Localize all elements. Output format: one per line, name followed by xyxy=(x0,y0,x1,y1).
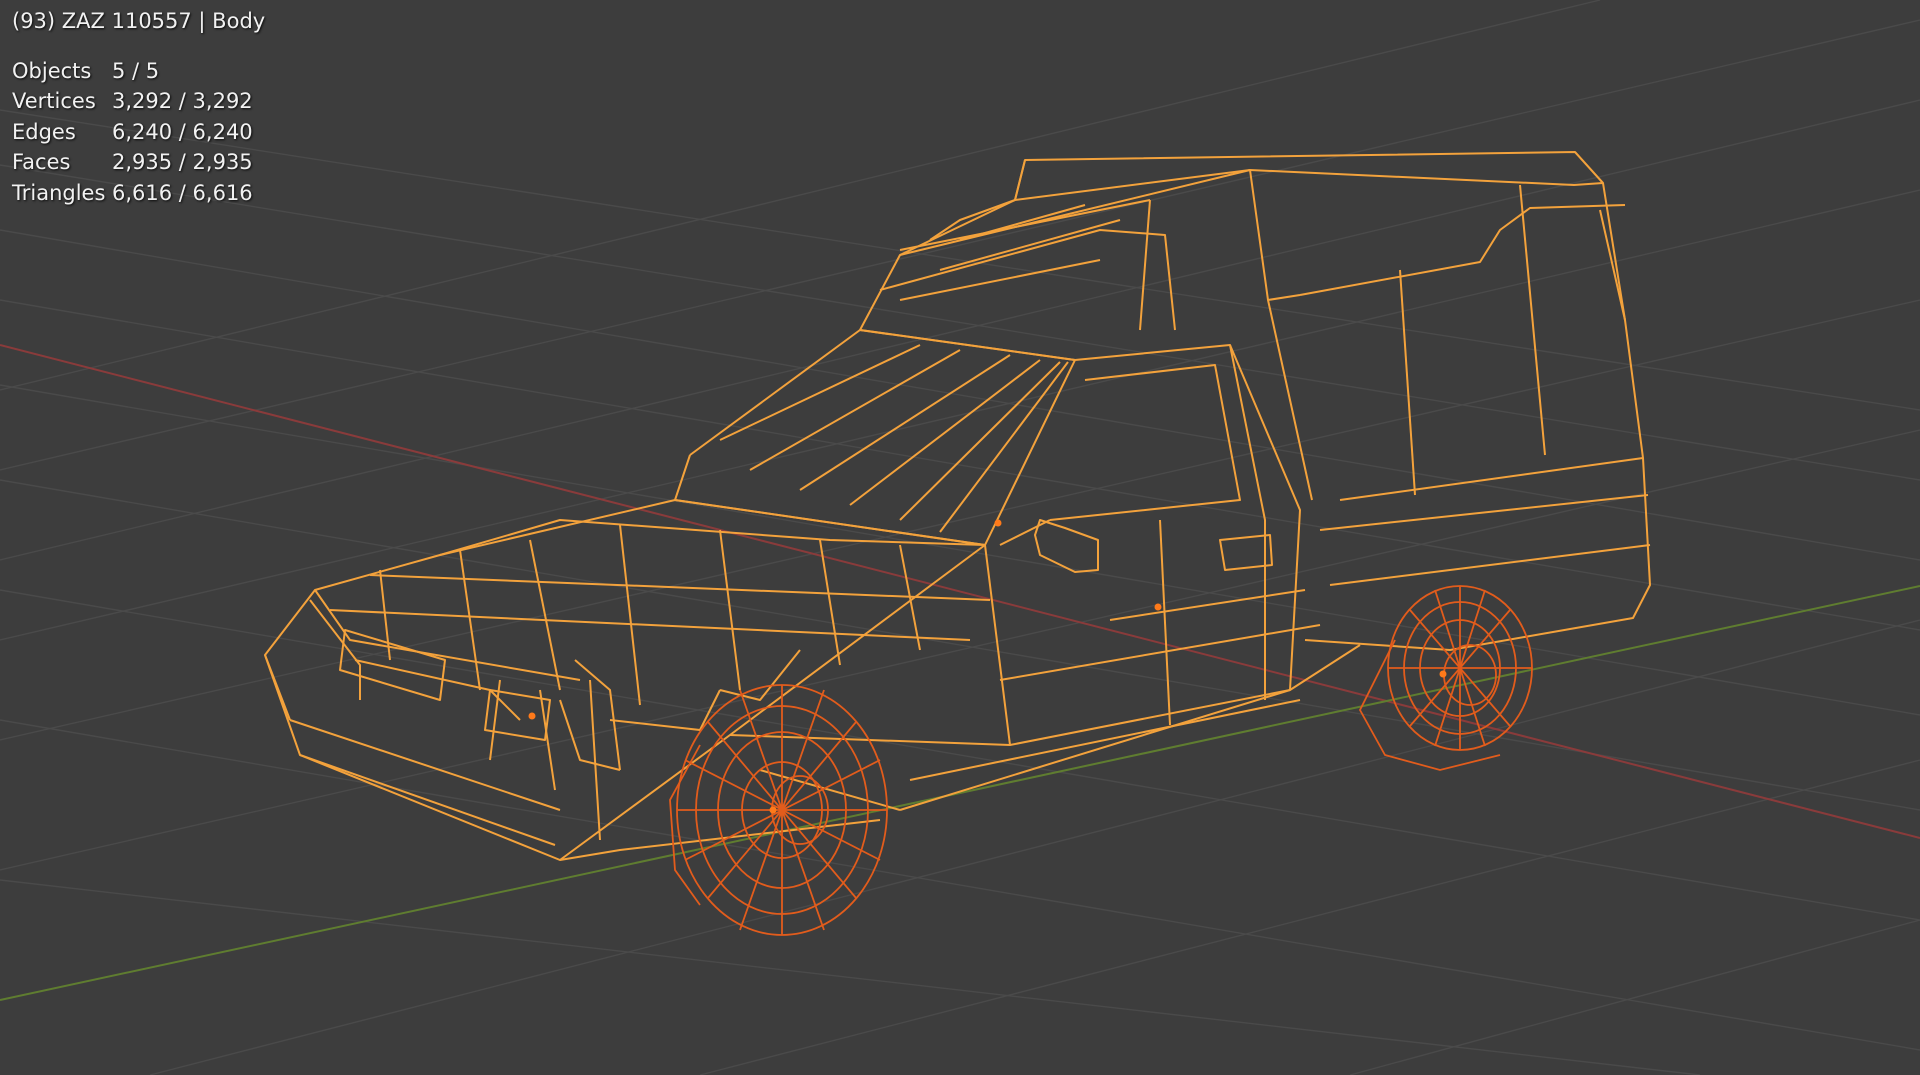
car-body-wireframe[interactable] xyxy=(264,151,1651,861)
3d-viewport[interactable]: (93) ZAZ 110557 | Body Objects 5 / 5 Ver… xyxy=(0,0,1920,1075)
y-axis-line xyxy=(0,585,1920,1001)
front-wheel-wireframe[interactable] xyxy=(669,684,888,936)
x-axis-line xyxy=(0,344,1920,839)
viewport-scene[interactable] xyxy=(0,0,1920,1075)
floor-grid xyxy=(0,0,1920,1075)
